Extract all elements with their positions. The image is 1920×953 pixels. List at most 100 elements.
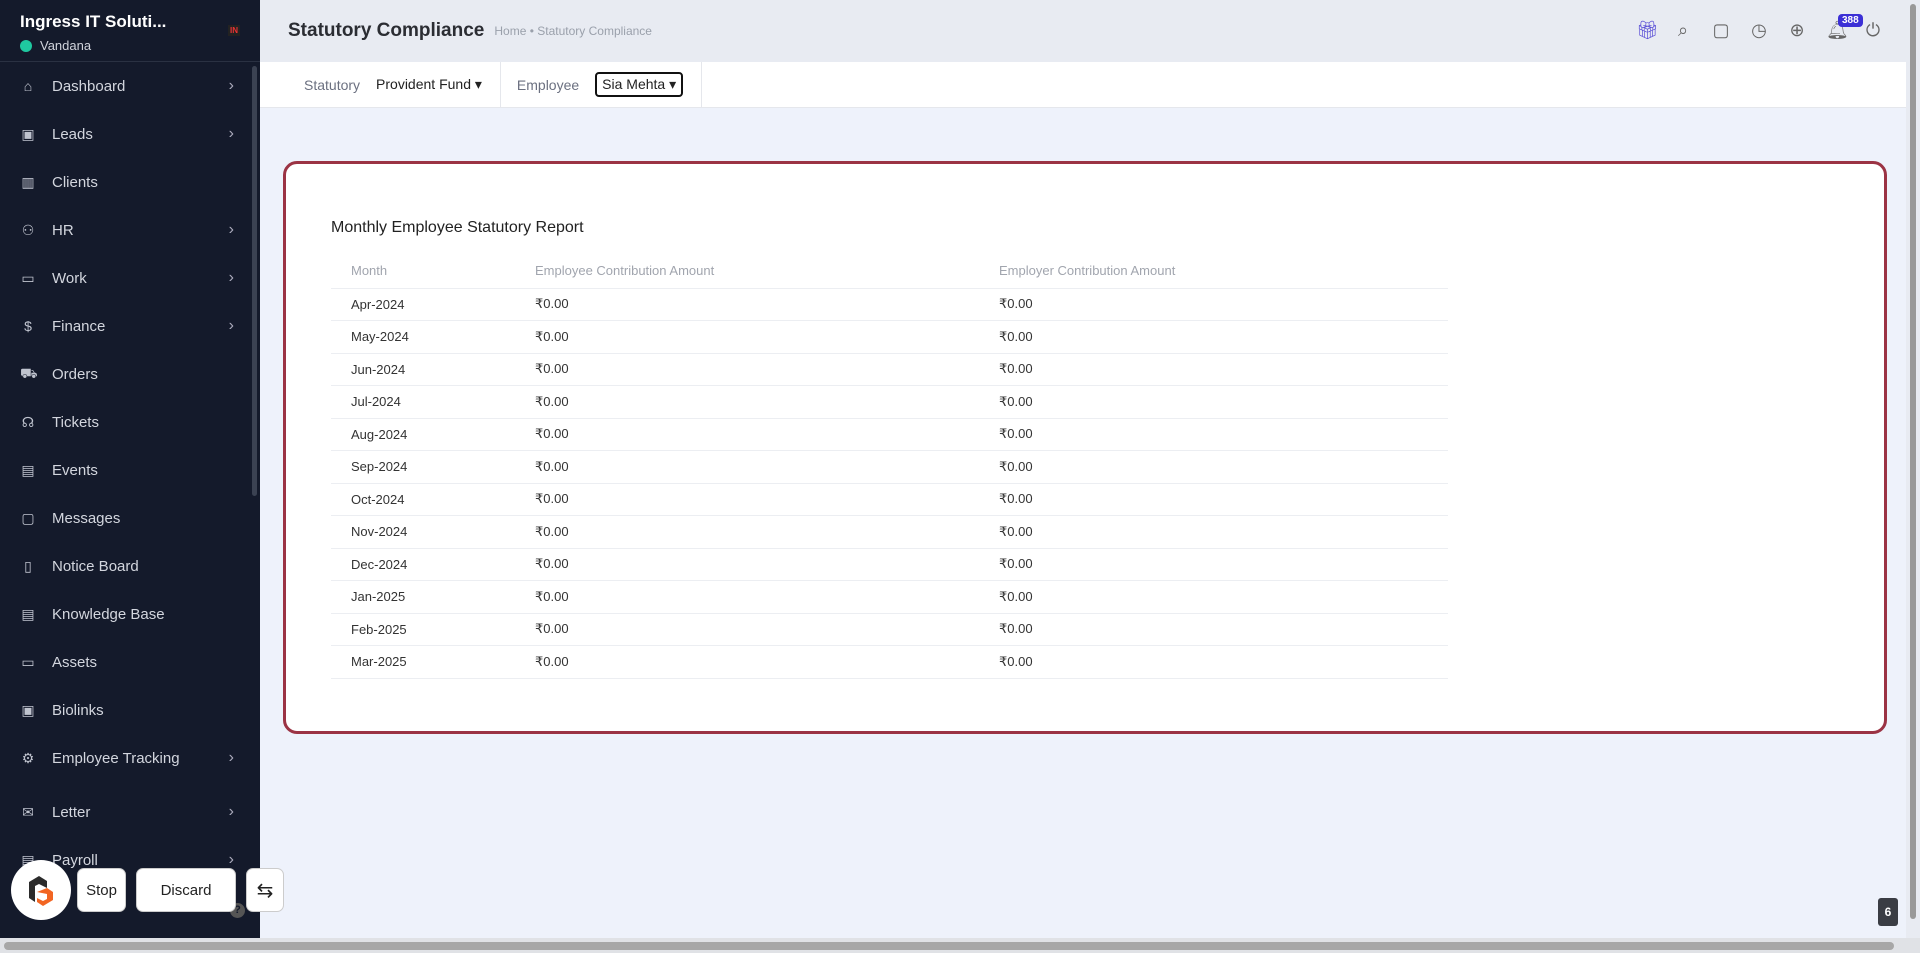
sidebar-item-leads[interactable]: ▣ Leads › [0,110,260,158]
sidebar-item-label: Clients [52,173,98,191]
chevron-right-icon: › [228,851,234,868]
sidebar-item-label: Assets [52,653,98,671]
table-cell: ₹0.00 [979,483,1448,516]
sidebar-item-letter[interactable]: ✉ Letter › [0,788,260,836]
table-cell: Dec-2024 [331,548,515,581]
add-circle-icon[interactable]: ⊕ [1788,20,1806,41]
table-cell: ₹0.00 [979,613,1448,646]
page-title: Statutory Compliance [288,20,485,41]
chevron-right-icon: › [228,317,234,334]
sidebar-brand[interactable]: Ingress IT Soluti... Vandana IN [0,0,260,62]
sticky-note-icon[interactable]: ▢ [1712,20,1730,41]
sidebar-item-tickets[interactable]: ☊ Tickets [0,398,260,446]
chevron-right-icon: › [228,803,234,820]
search-icon[interactable]: ⌕ [1674,20,1692,41]
sidebar-item-label: Knowledge Base [52,605,165,623]
company-logo: IN [228,25,240,36]
column-header: Employer Contribution Amount [979,254,1448,289]
gift-icon[interactable]: 🎁︎ [1636,20,1659,41]
sidebar-item-orders[interactable]: ⛟ Orders [0,350,260,398]
cart-icon: ⛟ [20,364,38,381]
sidebar-item-label: Tickets [52,413,99,431]
sidebar-item-finance[interactable]: $ Finance › [0,302,260,350]
table-cell: ₹0.00 [979,320,1448,354]
sidebar-item-work[interactable]: ▭ Work › [0,254,260,302]
table-cell: May-2024 [331,320,515,354]
table-row: Dec-2024 ₹0.00 ₹0.00 [331,548,1448,581]
table-cell: Jan-2025 [331,580,515,614]
notification-badge: 388 [1838,14,1863,27]
report-table: Month Employee Contribution Amount Emplo… [331,254,1448,679]
table-cell: ₹0.00 [979,548,1448,581]
table-row: Jan-2025 ₹0.00 ₹0.00 [331,580,1448,614]
breadcrumb: Home • Statutory Compliance [494,24,652,38]
tracking-icon: ⚙ [21,749,35,766]
online-status-icon [20,39,32,52]
statutory-dropdown[interactable]: Provident Fund ▾ [376,76,482,93]
table-cell: Sep-2024 [331,450,515,484]
table-cell: Oct-2024 [331,483,515,516]
dollar-icon: $ [24,318,32,334]
sidebar-item-clients[interactable]: ▥ Clients [0,158,260,206]
swap-icon[interactable]: ⇆ [246,868,284,912]
discard-button[interactable]: Discard [136,868,236,912]
sidebar-item-label: Dashboard [52,77,126,95]
table-cell: ₹0.00 [515,385,979,419]
badge-icon: ▣ [21,701,35,718]
employee-dropdown[interactable]: Sia Mehta ▾ [595,72,684,97]
users-icon: ⚇ [21,221,35,238]
sidebar-item-events[interactable]: ▤ Events [0,446,260,494]
table-cell: ₹0.00 [979,580,1448,614]
sidebar-item-label: Orders [52,365,98,383]
sidebar-item-biolinks[interactable]: ▣ Biolinks [0,686,260,734]
employee-label: Employee [516,76,580,93]
table-cell: ₹0.00 [979,450,1448,484]
sidebar-item-hr[interactable]: ⚇ HR › [0,206,260,254]
report-card: Monthly Employee Statutory Report Month … [283,161,1887,734]
vertical-scrollbar[interactable] [1906,0,1920,938]
table-row: Sep-2024 ₹0.00 ₹0.00 [331,450,1448,484]
building-icon: ▥ [21,173,35,190]
table-cell: ₹0.00 [515,613,979,646]
table-cell: ₹0.00 [979,353,1448,386]
document-icon: ▤ [21,605,35,622]
page-header: Statutory Compliance Home • Statutory Co… [260,0,1920,62]
table-cell: ₹0.00 [515,320,979,354]
recorder-logo [11,860,71,920]
sidebar-scrollbar[interactable] [252,66,257,496]
sidebar-item-label: Finance [52,317,106,335]
clipboard-icon: ▯ [24,557,32,574]
power-icon[interactable]: ⏻ [1864,20,1882,41]
table-cell: Feb-2025 [331,613,515,646]
sidebar-item-label: Biolinks [52,701,104,719]
sidebar-item-messages[interactable]: ▢ Messages [0,494,260,542]
bell-icon[interactable]: 🔔︎ 388 [1826,14,1863,41]
sidebar-item-dashboard[interactable]: ⌂ Dashboard › [0,62,260,110]
user-name: Vandana [40,38,92,53]
stop-button[interactable]: Stop [77,868,126,912]
sidebar: Ingress IT Soluti... Vandana IN ⌂ Dashboa… [0,0,260,938]
table-row: May-2024 ₹0.00 ₹0.00 [331,320,1448,354]
table-cell: Jul-2024 [331,385,515,419]
monitor-icon: ▭ [21,653,35,670]
table-row: Mar-2025 ₹0.00 ₹0.00 [331,645,1448,679]
table-cell: ₹0.00 [515,353,979,386]
headset-icon: ☊ [21,413,35,430]
sidebar-item-employee-tracking[interactable]: ⚙ Employee Tracking › [0,734,260,782]
table-row: Oct-2024 ₹0.00 ₹0.00 [331,483,1448,516]
home-icon: ⌂ [23,78,33,94]
sidebar-item-assets[interactable]: ▭ Assets [0,638,260,686]
sidebar-item-knowledge-base[interactable]: ▤ Knowledge Base [0,590,260,638]
chevron-right-icon: › [228,125,234,142]
horizontal-scrollbar[interactable] [0,938,1920,953]
filter-bar: Statutory Provident Fund ▾ Employee Sia … [260,62,1906,108]
sidebar-item-label: Leads [52,125,93,143]
clock-icon[interactable]: ◷ [1750,20,1768,41]
sidebar-item-notice-board[interactable]: ▯ Notice Board [0,542,260,590]
caret-down-icon: ▾ [474,76,482,92]
statutory-label: Statutory [304,76,361,93]
statutory-value: Provident Fund [376,76,471,92]
caret-down-icon: ▾ [669,76,677,92]
contact-card-icon: ▣ [21,125,35,142]
chevron-right-icon: › [228,749,234,766]
